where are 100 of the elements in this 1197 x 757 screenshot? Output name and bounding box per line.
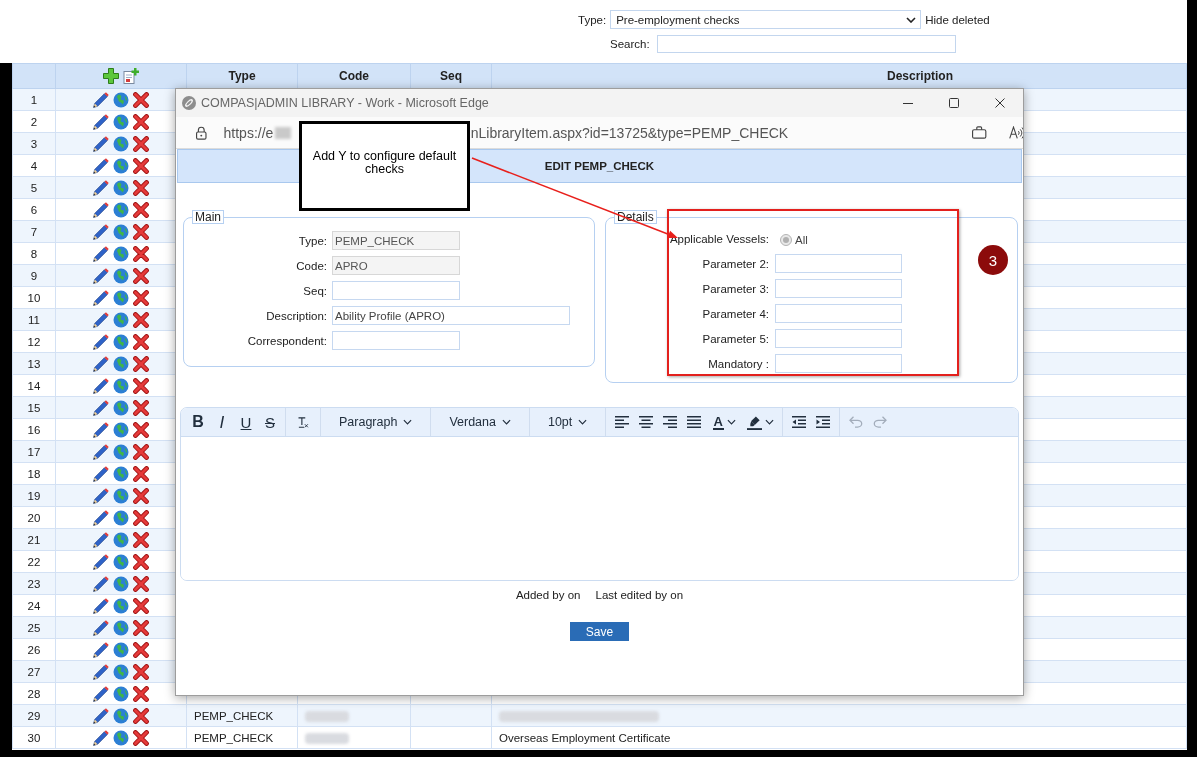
pencil-icon[interactable] [92, 707, 109, 724]
pencil-icon[interactable] [92, 267, 109, 284]
text-field[interactable] [775, 254, 902, 273]
globe-icon[interactable] [113, 201, 129, 218]
delete-icon[interactable] [133, 245, 150, 262]
pencil-icon[interactable] [92, 113, 109, 130]
globe-icon[interactable] [113, 443, 129, 460]
delete-icon[interactable] [133, 597, 150, 614]
delete-icon[interactable] [133, 575, 150, 592]
globe-icon[interactable] [113, 641, 129, 658]
pencil-icon[interactable] [92, 421, 109, 438]
delete-icon[interactable] [133, 487, 150, 504]
pencil-icon[interactable] [92, 399, 109, 416]
globe-icon[interactable] [113, 311, 129, 328]
underline-button[interactable]: U [234, 410, 258, 434]
pencil-icon[interactable] [92, 179, 109, 196]
delete-icon[interactable] [133, 619, 150, 636]
delete-icon[interactable] [133, 663, 150, 680]
globe-icon[interactable] [113, 377, 129, 394]
globe-icon[interactable] [113, 333, 129, 350]
globe-icon[interactable] [113, 113, 129, 130]
pencil-icon[interactable] [92, 597, 109, 614]
delete-icon[interactable] [133, 267, 150, 284]
delete-icon[interactable] [133, 333, 150, 350]
globe-icon[interactable] [113, 267, 129, 284]
globe-icon[interactable] [113, 179, 129, 196]
delete-icon[interactable] [133, 685, 150, 702]
letter-waves-icon[interactable] [1008, 126, 1023, 139]
text-field[interactable] [775, 329, 902, 348]
add-icon[interactable] [102, 68, 119, 84]
delete-icon[interactable] [133, 531, 150, 548]
pencil-icon[interactable] [92, 355, 109, 372]
globe-icon[interactable] [113, 707, 129, 724]
delete-icon[interactable] [133, 201, 150, 218]
globe-icon[interactable] [113, 663, 129, 680]
dropdown-button[interactable]: Paragraph [325, 410, 427, 434]
globe-icon[interactable] [113, 465, 129, 482]
delete-icon[interactable] [133, 421, 150, 438]
delete-icon[interactable] [133, 157, 150, 174]
text-field[interactable] [775, 279, 902, 298]
pencil-icon[interactable] [92, 91, 109, 108]
pencil-icon[interactable] [92, 245, 109, 262]
globe-icon[interactable] [113, 531, 129, 548]
strikethrough-button[interactable]: S [258, 410, 282, 434]
italic-button[interactable]: I [210, 410, 234, 434]
delete-icon[interactable] [133, 641, 150, 658]
globe-icon[interactable] [113, 157, 129, 174]
pencil-icon[interactable] [92, 465, 109, 482]
delete-icon[interactable] [133, 289, 150, 306]
globe-icon[interactable] [113, 421, 129, 438]
globe-icon[interactable] [113, 509, 129, 526]
bold-button[interactable]: B [186, 410, 210, 434]
pencil-icon[interactable] [92, 531, 109, 548]
pencil-icon[interactable] [92, 201, 109, 218]
delete-icon[interactable] [133, 443, 150, 460]
pencil-icon[interactable] [92, 443, 109, 460]
pencil-icon[interactable] [92, 729, 109, 746]
dropdown-button[interactable]: 10pt [533, 410, 602, 434]
pencil-icon[interactable] [92, 663, 109, 680]
pencil-icon[interactable] [92, 289, 109, 306]
globe-icon[interactable] [113, 135, 129, 152]
pencil-icon[interactable] [92, 553, 109, 570]
pencil-icon[interactable] [92, 377, 109, 394]
delete-icon[interactable] [133, 509, 150, 526]
text-field[interactable]: Ability Profile (APRO) [332, 306, 570, 325]
globe-icon[interactable] [113, 91, 129, 108]
delete-icon[interactable] [133, 553, 150, 570]
delete-icon[interactable] [133, 223, 150, 240]
dropdown-button[interactable]: Verdana [435, 410, 525, 434]
delete-icon[interactable] [133, 91, 150, 108]
delete-icon[interactable] [133, 707, 150, 724]
globe-icon[interactable] [113, 619, 129, 636]
pencil-icon[interactable] [92, 509, 109, 526]
delete-icon[interactable] [133, 377, 150, 394]
globe-icon[interactable] [113, 289, 129, 306]
pencil-icon[interactable] [92, 157, 109, 174]
document-add-icon[interactable] [123, 68, 140, 84]
pencil-icon[interactable] [92, 685, 109, 702]
globe-icon[interactable] [113, 399, 129, 416]
font-color-button[interactable]: A [706, 410, 743, 434]
text-field[interactable] [775, 304, 902, 323]
delete-icon[interactable] [133, 729, 150, 746]
pencil-icon[interactable] [92, 487, 109, 504]
delete-icon[interactable] [133, 465, 150, 482]
globe-icon[interactable] [113, 553, 129, 570]
globe-icon[interactable] [113, 597, 129, 614]
delete-icon[interactable] [133, 179, 150, 196]
delete-icon[interactable] [133, 399, 150, 416]
globe-icon[interactable] [113, 487, 129, 504]
globe-icon[interactable] [113, 223, 129, 240]
text-field[interactable] [332, 331, 460, 350]
delete-icon[interactable] [133, 355, 150, 372]
globe-icon[interactable] [113, 685, 129, 702]
pencil-icon[interactable] [92, 311, 109, 328]
delete-icon[interactable] [133, 113, 150, 130]
pencil-icon[interactable] [92, 223, 109, 240]
briefcase-icon[interactable] [972, 126, 987, 139]
globe-icon[interactable] [113, 575, 129, 592]
pencil-icon[interactable] [92, 575, 109, 592]
globe-icon[interactable] [113, 245, 129, 262]
